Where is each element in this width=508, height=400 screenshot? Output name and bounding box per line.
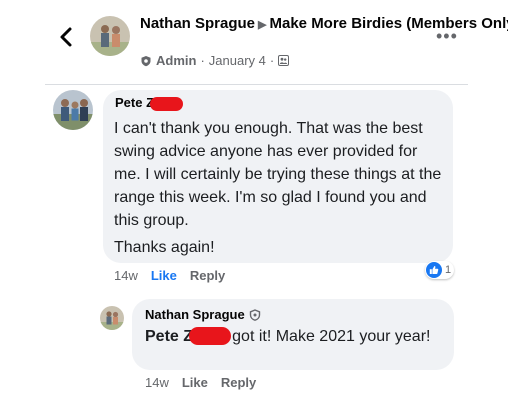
reply-author-avatar[interactable]	[100, 306, 124, 330]
post-date[interactable]: January 4	[209, 53, 266, 68]
back-button[interactable]	[56, 24, 78, 50]
more-icon: •••	[436, 26, 458, 46]
reply-age[interactable]: 14w	[145, 375, 169, 390]
reply-author: Nathan Sprague	[145, 307, 261, 322]
redaction-mark	[189, 327, 231, 345]
comment-age[interactable]: 14w	[114, 268, 138, 283]
group-name[interactable]: Make More Birdies (Members Only)	[270, 15, 508, 32]
reaction-summary[interactable]: 1	[425, 261, 455, 279]
redaction-mark	[150, 97, 183, 111]
like-button[interactable]: Like	[182, 375, 208, 390]
author-avatar[interactable]	[90, 16, 130, 56]
group-privacy-icon	[278, 55, 290, 66]
shield-icon	[141, 55, 151, 66]
separator-dot: ·	[200, 53, 205, 68]
arrow-right-icon: ▶	[258, 19, 267, 31]
reply-button[interactable]: Reply	[190, 268, 225, 283]
like-icon	[426, 262, 442, 278]
comment-actions: 14w Like Reply	[114, 268, 225, 283]
commenter-name[interactable]: Pete Z	[115, 95, 154, 110]
reply-button[interactable]: Reply	[221, 375, 256, 390]
comment-text-closing: Thanks again!	[114, 239, 215, 256]
mention-tag[interactable]: Pete Z	[145, 328, 193, 345]
more-options-button[interactable]: •••	[436, 27, 458, 45]
author-name[interactable]: Nathan Sprague	[140, 15, 255, 32]
header-divider	[45, 84, 468, 85]
comment-text: I can't thank you enough. That was the b…	[114, 120, 442, 229]
separator-dot: ·	[269, 53, 275, 68]
commenter-avatar[interactable]	[53, 90, 93, 130]
like-button[interactable]: Like	[151, 268, 177, 283]
reply-actions: 14w Like Reply	[145, 375, 256, 390]
reply-author-name[interactable]: Nathan Sprague	[145, 307, 245, 322]
admin-shield-icon	[249, 308, 260, 321]
reaction-count: 1	[445, 264, 452, 276]
post-title: Nathan Sprague ▶ Make More Birdies (Member…	[140, 14, 508, 35]
post-meta: Admin · January 4 ·	[140, 53, 290, 68]
admin-badge: Admin	[156, 53, 197, 68]
chevron-left-icon	[60, 27, 72, 47]
